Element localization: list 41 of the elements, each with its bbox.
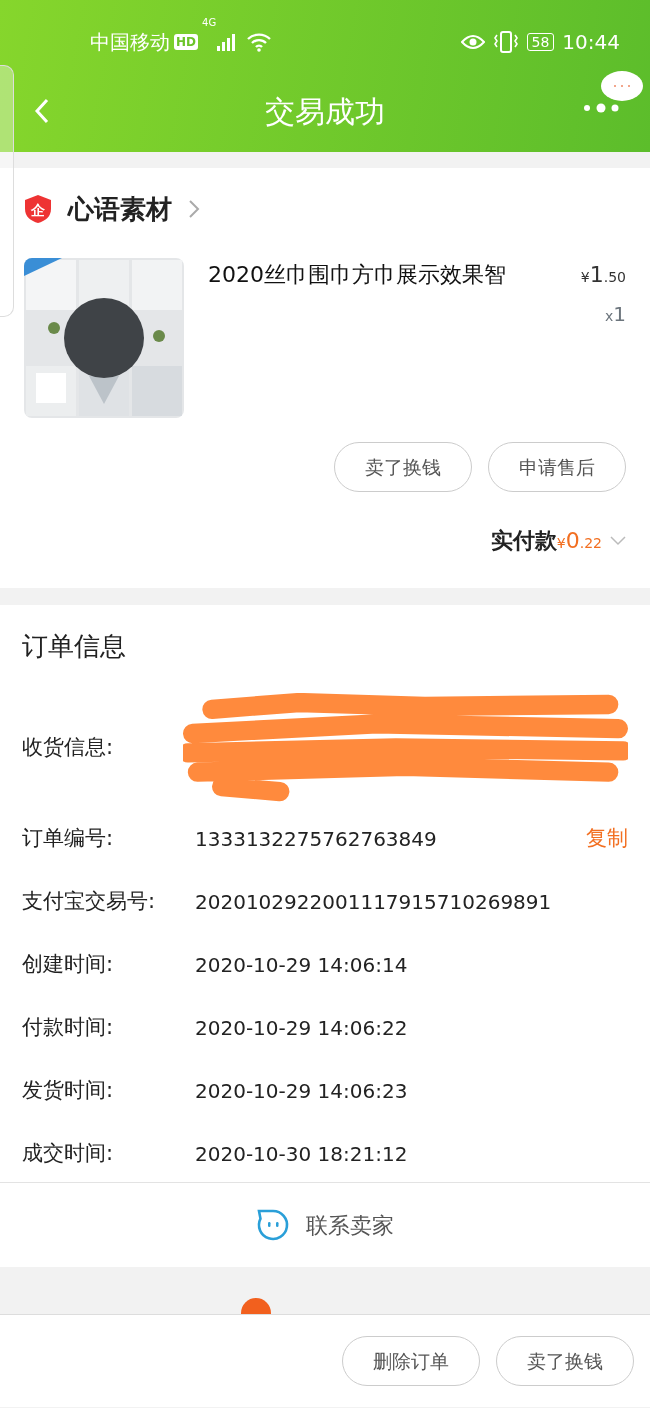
recommend-icon (240, 1297, 272, 1314)
field-label: 创建时间: (22, 950, 115, 978)
contact-seller-button[interactable]: 联系卖家 (0, 1182, 650, 1267)
vibrate-icon (492, 31, 519, 53)
field-label: 支付宝交易号: (22, 887, 157, 915)
action-button[interactable]: 申请售后 (488, 442, 626, 492)
field-value: 1333132275762763849 (195, 825, 438, 853)
hd-badge: HD (174, 34, 198, 50)
network-type: 4G (202, 18, 217, 28)
field-value: 2020-10-30 18:21:12 (195, 1140, 409, 1168)
section-title: 订单信息 (21, 630, 127, 663)
chevron-right-icon[interactable] (188, 199, 200, 219)
action-button[interactable]: 卖了换钱 (334, 442, 472, 492)
side-panel-tab[interactable] (0, 65, 14, 317)
quantity: x1 (603, 301, 626, 328)
field-value: 2020-10-29 14:06:22 (195, 1014, 409, 1042)
carrier-name: 中国移动 (90, 29, 170, 56)
product-title[interactable]: 2020丝巾围巾方巾展示效果智 (208, 258, 557, 418)
eye-icon (460, 34, 485, 50)
battery-level: 58 (526, 33, 555, 51)
shop-name[interactable]: 心语素材 (68, 189, 172, 229)
clock-time: 10:44 (562, 29, 620, 56)
action-button[interactable]: 删除订单 (342, 1336, 480, 1386)
amount-paid-label: 实付款 (490, 527, 557, 555)
unit-price: ¥1.50 (580, 261, 626, 289)
back-icon[interactable] (34, 98, 50, 124)
page-title: 交易成功 (265, 92, 385, 131)
field-value: 2020-10-29 14:06:23 (195, 1077, 409, 1105)
action-button[interactable]: 卖了换钱 (496, 1336, 634, 1386)
field-label: 付款时间: (22, 1013, 115, 1041)
amount-paid: ¥0.22 (556, 527, 602, 555)
field-label: 成交时间: (22, 1139, 115, 1167)
field-label: 发货时间: (22, 1076, 115, 1104)
field-value: 2020102922001117915710269891 (195, 888, 553, 916)
field-label: 订单编号: (22, 824, 115, 852)
chevron-down-icon[interactable] (610, 535, 626, 546)
field-value: 2020-10-29 14:06:14 (195, 951, 409, 979)
wifi-icon (246, 32, 273, 52)
chat-face-icon (256, 1208, 290, 1242)
shield-badge-icon: 企 (24, 194, 52, 224)
field-label: 收货信息: (22, 734, 115, 762)
